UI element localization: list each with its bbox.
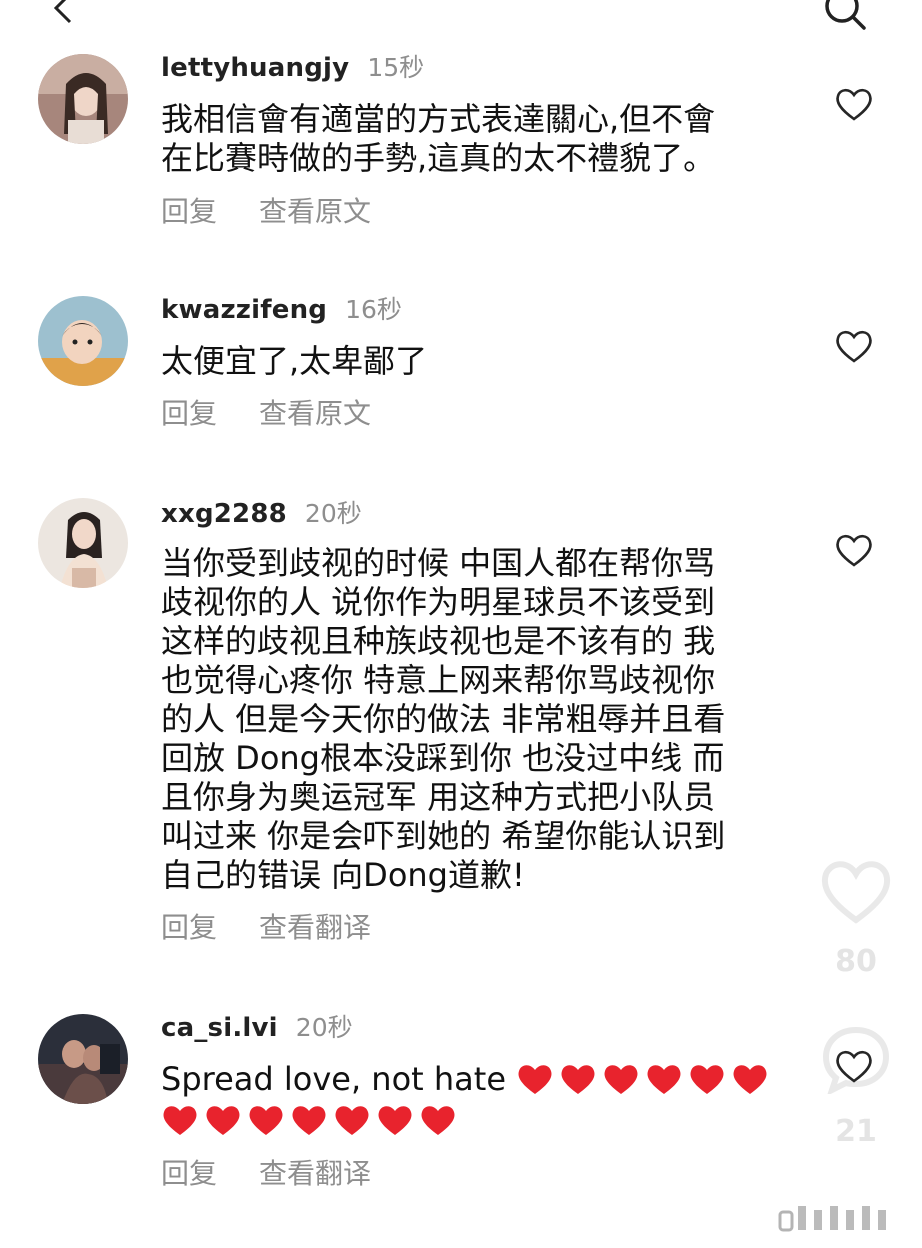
comment-line: 回放 Dong根本没踩到你 也没过中线 而 <box>161 739 725 777</box>
avatar[interactable] <box>38 1014 128 1104</box>
chevron-left-icon[interactable] <box>44 0 84 28</box>
view-translation-button[interactable]: 查看翻译 <box>259 906 371 946</box>
comment-text-prefix: Spread love, not hate <box>161 1060 506 1098</box>
reply-button[interactable]: 回复 <box>161 392 217 432</box>
reply-button[interactable]: 回复 <box>161 906 217 946</box>
timestamp: 15秒 <box>367 53 425 82</box>
comment-actions: 回复 查看翻译 <box>161 906 371 946</box>
view-translation-button[interactable]: 查看翻译 <box>259 1152 371 1192</box>
avatar[interactable] <box>38 296 128 386</box>
comment-line: 我相信會有適當的方式表達關心,但不會 <box>161 100 716 138</box>
comment-text: Spread love, not hate <box>161 1060 781 1140</box>
timestamp: 20秒 <box>304 499 362 528</box>
heart-outline-icon[interactable] <box>834 86 874 122</box>
comment-line: 自己的错误 向Dong道歉! <box>161 856 525 894</box>
comment-text: 我相信會有適當的方式表達關心,但不會 在比賽時做的手勢,這真的太不禮貌了。 <box>161 100 781 178</box>
comment-actions: 回复 查看原文 <box>161 190 371 230</box>
heart-outline-icon[interactable] <box>834 328 874 364</box>
comment-actions: 回复 查看翻译 <box>161 1152 371 1192</box>
comment-meta: lettyhuangjy 15秒 <box>161 48 424 88</box>
red-heart-emoji <box>647 1065 681 1094</box>
avatar[interactable] <box>38 54 128 144</box>
comment-line: 在比賽時做的手勢,這真的太不禮貌了。 <box>161 139 716 177</box>
red-heart-emoji <box>335 1106 369 1135</box>
avatar[interactable] <box>38 498 128 588</box>
red-heart-emoji <box>292 1106 326 1135</box>
comment-text: 太便宜了,太卑鄙了 <box>161 342 781 381</box>
comment-line: 当你受到歧视的时候 中国人都在帮你骂 <box>161 544 716 582</box>
red-heart-emoji <box>604 1065 638 1094</box>
username[interactable]: ca_si.lvi <box>161 1013 278 1043</box>
comment-meta: kwazzifeng 16秒 <box>161 290 402 330</box>
red-heart-emoji <box>163 1106 197 1135</box>
heart-outline-icon[interactable] <box>834 532 874 568</box>
watermark-logo <box>778 1206 886 1232</box>
heart-outline-icon[interactable] <box>834 1048 874 1084</box>
red-heart-emoji <box>733 1065 767 1094</box>
red-heart-emoji <box>421 1106 455 1135</box>
timestamp: 16秒 <box>345 295 402 324</box>
red-heart-emoji <box>378 1106 412 1135</box>
top-bar <box>0 0 922 40</box>
comment-actions: 回复 查看原文 <box>161 392 371 432</box>
comment-text: 当你受到歧视的时候 中国人都在帮你骂 歧视你的人 说你作为明星球员不该受到 这样… <box>161 544 781 895</box>
comment-line: Spread love, not hate <box>161 1060 781 1099</box>
view-original-button[interactable]: 查看原文 <box>259 392 371 432</box>
emoji-row <box>161 1101 781 1140</box>
side-like-count: 80 <box>835 944 877 979</box>
red-heart-emoji <box>561 1065 595 1094</box>
red-heart-emoji <box>249 1106 283 1135</box>
timestamp: 20秒 <box>295 1013 353 1042</box>
comment-line: 的人 但是今天你的做法 非常粗辱并且看 <box>161 700 726 738</box>
red-heart-emoji <box>206 1106 240 1135</box>
comment-line: 叫过来 你是会吓到她的 希望你能认识到 <box>161 817 726 855</box>
comment-line: 歧视你的人 说你作为明星球员不该受到 <box>161 583 716 621</box>
comment-line: 太便宜了,太卑鄙了 <box>161 342 428 380</box>
comment-line: 且你身为奥运冠军 用这种方式把小队员 <box>161 778 716 816</box>
search-icon[interactable] <box>820 0 870 36</box>
view-original-button[interactable]: 查看原文 <box>259 190 371 230</box>
comment-line: 这样的歧视且种族歧视也是不该有的 我 <box>161 622 716 660</box>
comment-line: 也觉得心疼你 特意上网来帮你骂歧视你 <box>161 661 716 699</box>
username[interactable]: kwazzifeng <box>161 295 327 325</box>
reply-button[interactable]: 回复 <box>161 1152 217 1192</box>
emoji-row <box>516 1060 774 1098</box>
side-like-icon[interactable] <box>818 856 894 926</box>
comment-meta: xxg2288 20秒 <box>161 494 362 534</box>
username[interactable]: xxg2288 <box>161 499 287 529</box>
side-comment-count: 21 <box>835 1114 877 1149</box>
red-heart-emoji <box>518 1065 552 1094</box>
username[interactable]: lettyhuangjy <box>161 53 349 83</box>
comment-meta: ca_si.lvi 20秒 <box>161 1008 353 1048</box>
reply-button[interactable]: 回复 <box>161 190 217 230</box>
red-heart-emoji <box>690 1065 724 1094</box>
